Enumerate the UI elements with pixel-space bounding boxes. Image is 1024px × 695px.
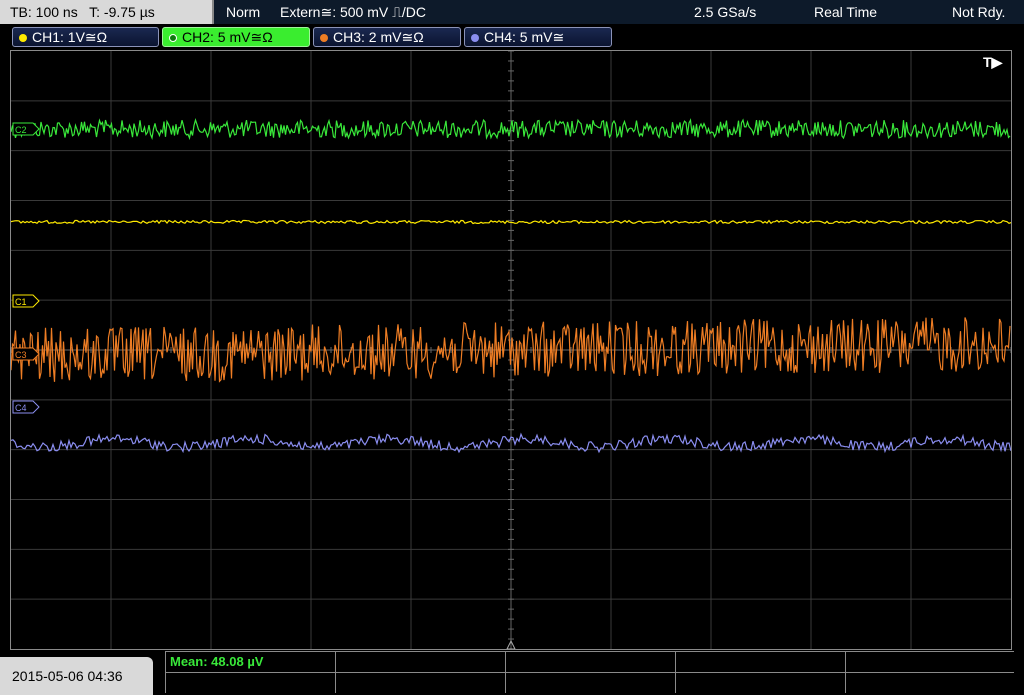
sample-rate: 2.5 GSa/s [694,4,757,20]
date-time: 2015-05-06 04:36 [0,657,153,695]
tab-ch1[interactable]: CH1: 1V≅Ω [12,27,159,47]
ch1-marker-label: C1 [15,297,27,307]
measurement-divider [675,651,676,693]
acquisition-mode: Real Time [814,4,878,20]
ch2-marker-label: C2 [15,125,27,135]
ch3-marker-label: C3 [15,350,27,360]
measurement-row [166,651,1014,673]
ch1-dot-icon [19,34,27,42]
tab-ch4-label: CH4: 5 mV≅ [484,29,565,45]
tab-ch2-label: CH2: 5 mV≅Ω [182,29,273,45]
tab-ch3[interactable]: CH3: 2 mV≅Ω [313,27,461,47]
waveform-canvas: C2 C1 C3 C4 T▶ [11,51,1011,649]
timebase-readout: TB: 100 ns [10,4,78,20]
tab-ch2[interactable]: CH2: 5 mV≅Ω [162,27,310,47]
trigger-source[interactable]: Extern≅: 500 mV ⎍/DC [280,0,426,24]
ch4-marker-label: C4 [15,403,27,413]
tab-ch1-label: CH1: 1V≅Ω [32,29,108,45]
trigger-time-readout: T: -9.75 µs [89,4,155,20]
tab-ch4[interactable]: CH4: 5 mV≅ [464,27,612,47]
measurement-panel[interactable]: Mean: 48.08 µV [165,651,1014,693]
ch4-dot-icon [471,34,479,42]
measurement-mean: Mean: 48.08 µV [170,654,264,669]
acquisition-state: Not Rdy. [952,4,1006,20]
measurement-divider [505,651,506,693]
ch2-dot-icon [169,34,177,42]
trigger-position-icon: T▶ [983,54,1004,70]
timebase-box[interactable]: TB: 100 ns T: -9.75 µs [0,0,214,24]
ch3-dot-icon [320,34,328,42]
trigger-mode[interactable]: Norm [226,0,260,24]
measurement-divider [335,651,336,693]
tab-ch3-label: CH3: 2 mV≅Ω [333,29,424,45]
measurement-divider [845,651,846,693]
waveform-display[interactable]: C2 C1 C3 C4 T▶ [10,50,1012,650]
